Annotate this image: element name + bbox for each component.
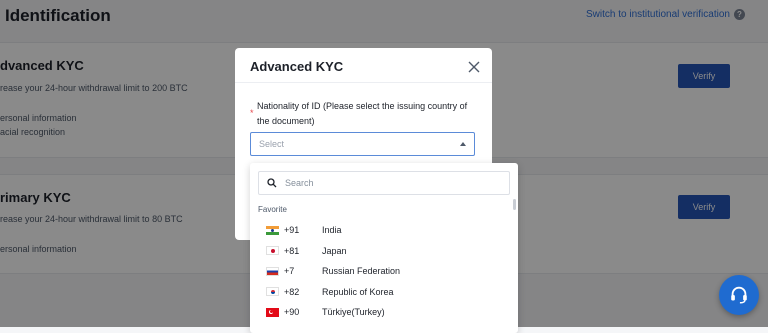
nationality-dropdown: Favorite +91 India +81 Japan +7 Russian …	[250, 163, 518, 333]
close-icon[interactable]	[467, 60, 481, 74]
nationality-select[interactable]: Select	[250, 132, 475, 156]
country-name: Türkiye(Turkey)	[322, 307, 385, 318]
dial-code: +90	[284, 307, 300, 318]
dial-code: +91	[284, 225, 300, 236]
dial-code: +7	[284, 266, 295, 277]
dial-code: +82	[284, 286, 300, 297]
country-name: Republic of Korea	[322, 286, 394, 297]
dropdown-search[interactable]	[258, 171, 510, 195]
support-chat-button[interactable]	[719, 275, 759, 315]
dropdown-scrollbar[interactable]	[513, 199, 516, 210]
country-option[interactable]: +91 India	[250, 220, 510, 241]
headset-icon	[731, 286, 747, 304]
country-option[interactable]: +82 Republic of Korea	[250, 282, 510, 303]
required-mark: *	[250, 108, 254, 118]
select-placeholder: Select	[259, 139, 285, 149]
dial-code: +81	[284, 245, 300, 256]
korea-flag-icon	[266, 287, 279, 297]
favorite-section-label: Favorite	[258, 205, 287, 214]
country-option[interactable]: +7 Russian Federation	[250, 261, 510, 282]
country-name: Japan	[322, 245, 347, 256]
country-option[interactable]: +90 Türkiye(Turkey)	[250, 302, 510, 323]
country-name: India	[322, 225, 342, 236]
russia-flag-icon	[266, 266, 279, 276]
turkey-flag-icon	[266, 307, 279, 317]
country-option[interactable]: +81 Japan	[250, 241, 510, 262]
nationality-label: Nationality of ID (Please select the iss…	[257, 101, 468, 126]
country-list: +91 India +81 Japan +7 Russian Federatio…	[250, 220, 510, 323]
search-icon	[267, 178, 277, 188]
search-input[interactable]	[283, 177, 487, 189]
india-flag-icon	[266, 225, 279, 235]
country-name: Russian Federation	[322, 266, 401, 277]
japan-flag-icon	[266, 246, 279, 256]
modal-title: Advanced KYC	[250, 59, 344, 74]
modal-divider	[235, 82, 492, 83]
caret-up-icon	[460, 142, 466, 146]
